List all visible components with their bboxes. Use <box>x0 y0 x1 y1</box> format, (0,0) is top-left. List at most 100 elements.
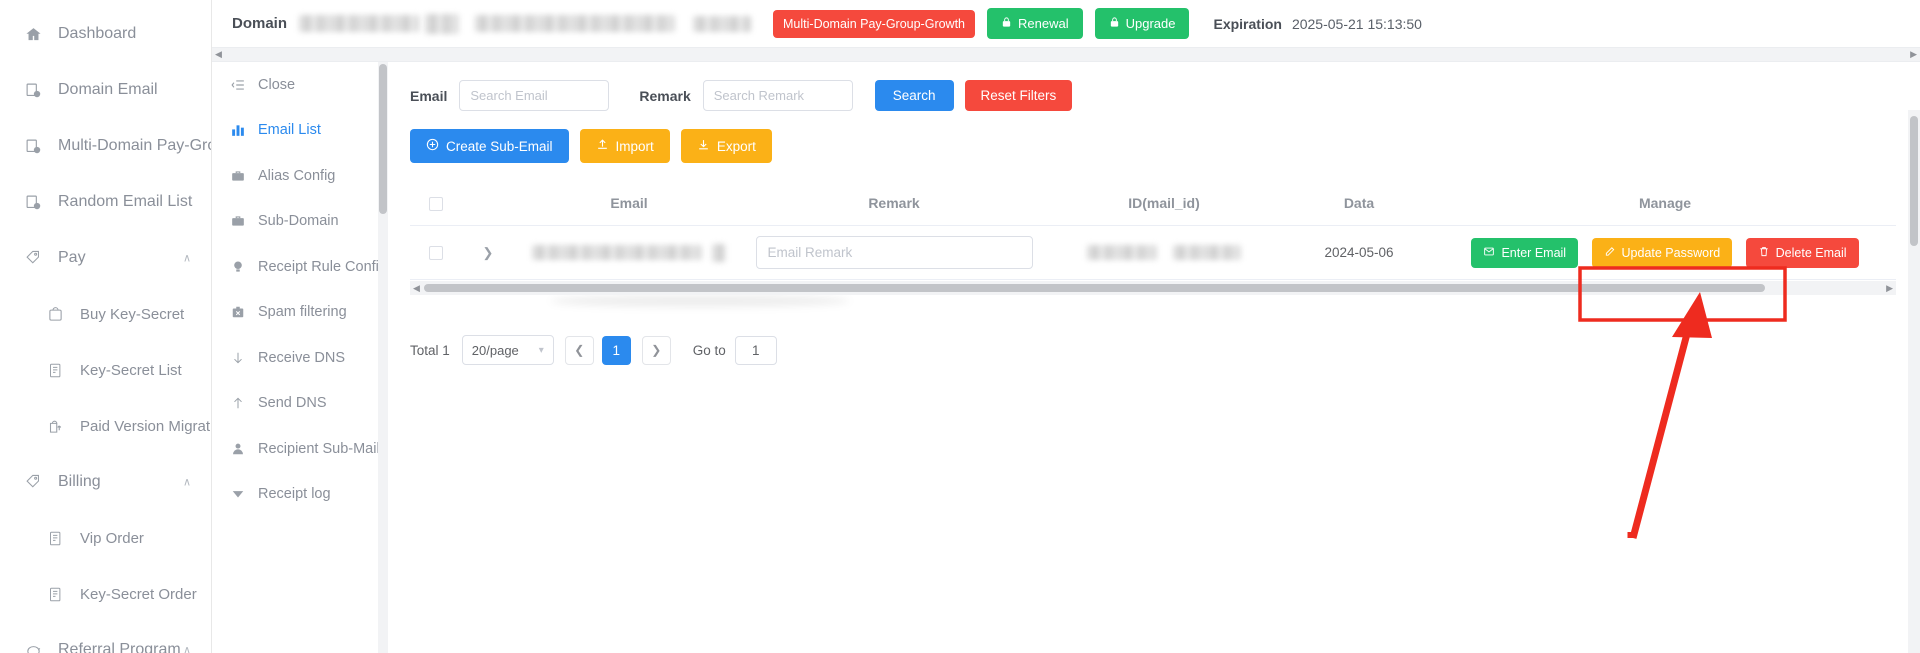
chevron-up-icon[interactable]: ∧ <box>183 252 191 265</box>
email-remark-input[interactable] <box>755 236 1033 270</box>
sidebar-item-key-secret-order[interactable]: Key-Secret Order <box>0 566 211 622</box>
submenu-item-recipient-sub-mail[interactable]: Recipient Sub-Mail <box>212 426 387 472</box>
sidebar-item-dashboard[interactable]: Dashboard <box>0 6 211 62</box>
page-number-1[interactable]: 1 <box>601 335 631 365</box>
sidebar-item-multi-domain-pay-group[interactable]: Multi-Domain Pay-Group <box>0 118 211 174</box>
table-body: ❯ Email Remark 2024-05-06 Enter Email Up… <box>410 225 1896 281</box>
submenu-item-email-list[interactable]: Email List <box>212 108 387 154</box>
sidebar-item-label: Key-Secret List <box>80 361 182 379</box>
sidebar-item-buy-key-secret[interactable]: Buy Key-Secret <box>0 286 211 342</box>
search-button[interactable]: Search <box>874 80 954 111</box>
goto-page-input[interactable] <box>734 335 777 365</box>
upgrade-button[interactable]: Upgrade <box>1094 8 1190 39</box>
bulb-icon <box>228 260 248 274</box>
sidebar-item-label: Domain Email <box>58 81 158 98</box>
expiration-label: Expiration <box>1213 15 1282 32</box>
import-button[interactable]: Import <box>579 129 670 163</box>
sidebar-item-label: Vip Order <box>80 529 144 547</box>
row-shadow <box>550 295 850 307</box>
expiration-value: 2025-05-21 15:13:50 <box>1291 15 1422 32</box>
total-count-label: Total 1 <box>410 342 450 358</box>
sidebar-item-random-email-list[interactable]: Random Email List <box>0 174 211 230</box>
chevron-right-icon[interactable]: ❯ <box>483 245 494 260</box>
sidebar-item-pay[interactable]: Pay ∧ <box>0 230 211 286</box>
submenu-scrollbar-thumb[interactable] <box>379 64 387 214</box>
bag-up-icon <box>44 415 66 437</box>
submenu-item-receipt-rule-config[interactable]: Receipt Rule Config <box>212 244 387 290</box>
table-scroll-left-icon[interactable]: ◀ <box>413 283 420 294</box>
spam-icon <box>228 305 248 319</box>
column-header-id: ID(mail_id) <box>1044 185 1284 227</box>
reset-filters-button[interactable]: Reset Filters <box>964 80 1073 111</box>
body-area: Close Email List Alias Config Sub-Domain… <box>212 62 1920 653</box>
scroll-right-icon[interactable]: ▶ <box>1910 49 1917 60</box>
next-page-button[interactable]: ❯ <box>641 335 671 365</box>
domain-value-redacted-4 <box>693 15 752 32</box>
column-header-manage: Manage <box>1434 185 1896 227</box>
user-icon <box>228 442 248 456</box>
row-date-cell: 2024-05-06 <box>1284 225 1434 281</box>
submenu-item-send-dns[interactable]: Send DNS <box>212 381 387 427</box>
expander-header <box>462 185 514 227</box>
tag-icon <box>22 471 44 493</box>
select-all-checkbox[interactable] <box>429 197 443 212</box>
sidebar-item-paid-version-migration[interactable]: Paid Version Migration <box>0 398 211 454</box>
doc-check-icon <box>44 527 66 549</box>
submenu-item-sub-domain[interactable]: Sub-Domain <box>212 199 387 245</box>
sidebar-item-label: Random Email List <box>58 193 193 210</box>
action-bar: Create Sub-Email Import Export <box>410 129 1896 163</box>
submenu-item-close[interactable]: Close <box>212 62 387 108</box>
search-email-input[interactable] <box>459 80 610 111</box>
column-header-data: Data <box>1284 185 1434 227</box>
table-scroll-track[interactable] <box>424 284 1882 293</box>
scroll-left-icon[interactable]: ◀ <box>215 49 222 60</box>
create-sub-email-label: Create Sub-Email <box>446 138 553 154</box>
enter-email-label: Enter Email <box>1501 245 1567 260</box>
chevron-up-icon[interactable]: ∧ <box>183 476 191 489</box>
submenu-item-receive-dns[interactable]: Receive DNS <box>212 335 387 381</box>
row-checkbox[interactable] <box>429 245 443 260</box>
submenu-item-receipt-log[interactable]: Receipt log <box>212 472 387 518</box>
row-date-value: 2024-05-06 <box>1324 244 1394 260</box>
page-scrollbar[interactable] <box>1908 110 1920 653</box>
sidebar-item-label: Paid Version Migration <box>80 417 211 435</box>
search-remark-input[interactable] <box>702 80 853 111</box>
sidebar-item-billing[interactable]: Billing ∧ <box>0 454 211 510</box>
mail-id-redacted-1 <box>1086 245 1157 261</box>
top-horizontal-scrollbar[interactable]: ◀ ▶ <box>212 48 1920 62</box>
collapse-icon <box>228 78 248 92</box>
sidebar-item-referral-program[interactable]: Referral Program ∧ <box>0 622 211 653</box>
row-manage-cell: Enter Email Update Password Delete Email <box>1434 225 1896 281</box>
upgrade-label: Upgrade <box>1125 16 1176 31</box>
chevron-up-icon[interactable]: ∧ <box>183 644 191 653</box>
row-select-cell <box>410 225 462 281</box>
sidebar-item-vip-order[interactable]: Vip Order <box>0 510 211 566</box>
export-button[interactable]: Export <box>680 129 772 163</box>
home-icon <box>22 23 44 45</box>
sidebar-item-label: Dashboard <box>58 25 137 42</box>
update-password-button[interactable]: Update Password <box>1591 237 1733 268</box>
sidebar-item-label: Key-Secret Order <box>80 585 197 603</box>
submenu-scrollbar[interactable] <box>378 62 388 653</box>
download-icon <box>697 138 710 154</box>
page-scrollbar-thumb[interactable] <box>1910 116 1918 246</box>
row-email-cell <box>514 225 744 281</box>
submenu-item-spam-filtering[interactable]: Spam filtering <box>212 290 387 336</box>
table-scroll-right-icon[interactable]: ▶ <box>1886 283 1893 294</box>
domain-value-redacted-3 <box>475 15 676 32</box>
app-root: Dashboard Domain Email Multi-Domain Pay-… <box>0 0 1920 653</box>
enter-email-button[interactable]: Enter Email <box>1471 237 1579 268</box>
table-scroll-thumb[interactable] <box>424 284 1766 293</box>
table-horizontal-scrollbar[interactable]: ◀ ▶ <box>410 281 1896 296</box>
renewal-button[interactable]: Renewal <box>987 8 1083 39</box>
submenu-item-label: Send DNS <box>258 395 327 412</box>
prev-page-button[interactable]: ❮ <box>564 335 594 365</box>
sidebar-item-key-secret-list[interactable]: Key-Secret List <box>0 342 211 398</box>
submenu-item-label: Alias Config <box>258 167 336 184</box>
page-size-select[interactable]: 20/page ▾ <box>461 335 554 366</box>
sidebar-item-domain-email[interactable]: Domain Email <box>0 62 211 118</box>
submenu-item-alias-config[interactable]: Alias Config <box>212 153 387 199</box>
create-sub-email-button[interactable]: Create Sub-Email <box>410 129 569 163</box>
briefcase-icon <box>228 214 248 228</box>
delete-email-button[interactable]: Delete Email <box>1745 237 1859 268</box>
